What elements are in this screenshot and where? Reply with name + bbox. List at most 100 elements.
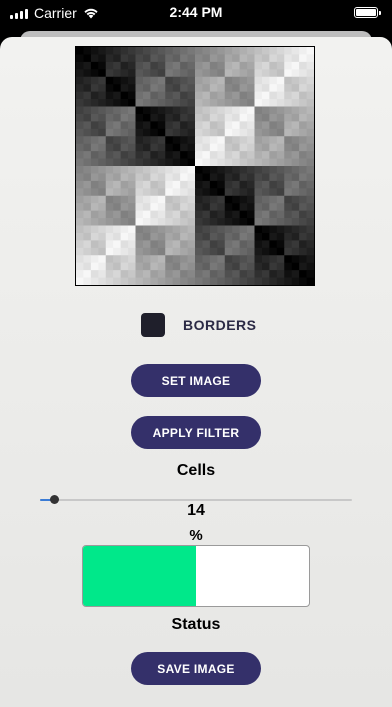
fractal-cell <box>261 54 270 63</box>
fractal-cell <box>299 143 307 152</box>
fractal-cell <box>113 54 122 63</box>
fractal-cell <box>254 195 263 204</box>
fractal-cell <box>247 84 255 93</box>
fractal-cell <box>90 195 99 204</box>
fractal-cell <box>202 210 211 219</box>
fractal-cell <box>239 69 248 78</box>
fractal-cell <box>98 99 107 107</box>
fractal-cell <box>98 166 107 174</box>
fractal-cell <box>165 188 174 197</box>
fractal-cell <box>306 128 314 137</box>
save-image-button[interactable]: SAVE IMAGE <box>131 652 261 685</box>
fractal-cell <box>247 173 255 182</box>
fractal-cell <box>90 136 99 145</box>
fractal-cell <box>150 203 159 212</box>
fractal-cell <box>276 166 285 174</box>
fractal-cell <box>180 262 188 271</box>
fractal-cell <box>276 76 285 85</box>
fractal-cell <box>76 203 84 212</box>
fractal-cell <box>209 47 218 55</box>
fractal-cell <box>224 166 233 174</box>
fractal-cell <box>76 180 84 189</box>
fractal-cell <box>254 203 263 212</box>
fractal-cell <box>150 195 159 204</box>
fractal-cell <box>98 128 107 137</box>
fractal-cell <box>172 84 181 93</box>
fractal-cell <box>209 113 218 122</box>
borders-checkbox[interactable] <box>141 313 165 337</box>
fractal-cell <box>135 232 144 241</box>
fractal-cell <box>306 180 314 189</box>
fractal-cell <box>269 255 278 264</box>
fractal-cell <box>120 247 129 256</box>
fractal-cell <box>239 76 248 85</box>
fractal-cell <box>299 121 307 130</box>
fractal-cell <box>224 106 233 115</box>
fractal-cell <box>254 121 263 130</box>
fractal-cell <box>98 225 107 234</box>
fractal-cell <box>180 151 188 159</box>
fractal-cell <box>269 47 278 55</box>
fractal-cell <box>299 84 307 93</box>
fractal-cell <box>254 61 263 70</box>
fractal-cell <box>209 203 218 212</box>
fractal-cell <box>180 255 188 264</box>
fractal-cell <box>276 270 285 278</box>
fractal-cell <box>120 218 129 226</box>
fractal-cell <box>113 270 122 278</box>
fractal-cell <box>224 143 233 152</box>
fractal-cell <box>306 225 314 234</box>
fractal-cell <box>291 210 300 219</box>
fractal-cell <box>120 158 129 167</box>
fractal-cell <box>269 54 278 63</box>
fractal-cell <box>135 173 144 182</box>
fractal-cell <box>224 151 233 159</box>
fractal-cell <box>224 195 233 204</box>
fractal-cell <box>202 270 211 278</box>
fractal-cell <box>113 232 122 241</box>
fractal-cell <box>269 270 278 278</box>
fractal-cell <box>284 173 293 182</box>
fractal-cell <box>98 188 107 197</box>
fractal-cell <box>90 47 99 55</box>
fractal-cell <box>306 84 314 93</box>
fractal-cell <box>98 136 107 145</box>
fractal-cell <box>120 106 129 115</box>
fractal-cell <box>76 262 84 271</box>
fractal-cell <box>172 151 181 159</box>
fractal-cell <box>232 76 241 85</box>
fractal-cell <box>284 270 293 278</box>
fractal-cell <box>232 203 241 212</box>
fractal-cell <box>254 69 263 78</box>
fractal-cell <box>217 113 226 122</box>
fractal-cell <box>232 210 241 219</box>
fractal-cell <box>254 188 263 197</box>
fractal-cell <box>128 158 136 167</box>
fractal-cell <box>299 173 307 182</box>
borders-option[interactable]: BORDERS <box>141 313 257 337</box>
fractal-cell <box>291 225 300 234</box>
fractal-cell <box>113 262 122 271</box>
fractal-cell <box>135 277 144 285</box>
fractal-cell <box>180 61 188 70</box>
fractal-cell <box>128 240 136 249</box>
fractal-cell <box>172 173 181 182</box>
set-image-button[interactable]: SET IMAGE <box>131 364 261 397</box>
fractal-cell <box>98 106 107 115</box>
fractal-cell <box>232 225 241 234</box>
fractal-cell <box>291 128 300 137</box>
fractal-cell <box>180 158 188 167</box>
fractal-cell <box>98 91 107 100</box>
apply-filter-button[interactable]: APPLY FILTER <box>131 416 261 449</box>
fractal-cell <box>195 99 203 107</box>
fractal-cell <box>105 106 114 115</box>
fractal-cell <box>232 47 241 55</box>
fractal-cell <box>239 232 248 241</box>
fractal-cell <box>120 47 129 55</box>
fractal-cell <box>306 76 314 85</box>
fractal-cell <box>239 203 248 212</box>
fractal-cell <box>98 84 107 93</box>
fractal-cell <box>150 247 159 256</box>
fractal-cell <box>90 166 99 174</box>
fractal-cell <box>187 203 196 212</box>
